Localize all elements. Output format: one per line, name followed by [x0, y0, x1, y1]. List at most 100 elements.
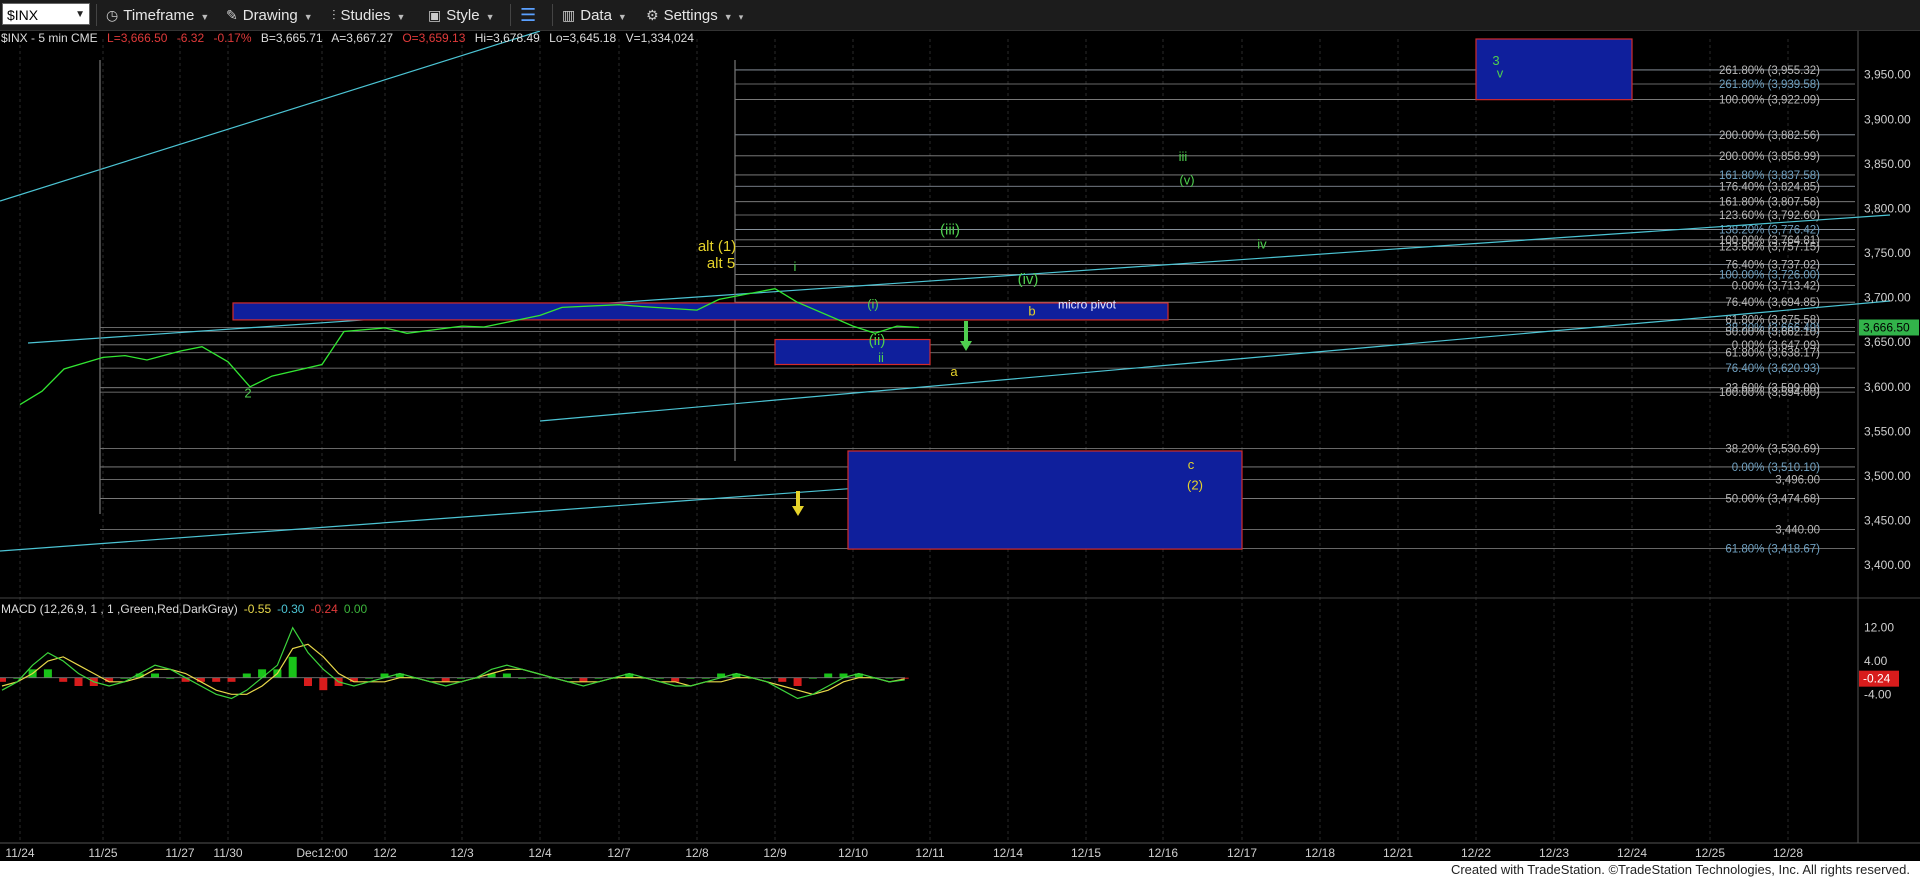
last-price-value: 3,666.50	[1863, 320, 1910, 334]
box-target-2	[847, 450, 1243, 550]
symbol-dropdown-icon[interactable]: ▼	[75, 4, 85, 26]
data-icon: ▥	[562, 7, 576, 23]
wave-label: iv	[1257, 237, 1267, 252]
time-tick: 12/10	[838, 846, 868, 860]
wave-label: a	[950, 364, 958, 379]
wave-label: alt (1)	[698, 238, 736, 255]
macd-hist-tag-value: -0.24	[1863, 672, 1891, 686]
time-tick: 12/17	[1227, 846, 1257, 860]
toolbar-divider	[510, 4, 511, 26]
data-button[interactable]: ▥ Data ▼	[562, 4, 627, 26]
fib-label: 161.80% (3,807.58)	[1719, 197, 1820, 209]
price-tick: 3,900.00	[1864, 112, 1911, 126]
macd-tick: -4.00	[1864, 687, 1892, 701]
symbol-info: $INX - 5 min CME	[1, 31, 98, 45]
time-tick: 12/25	[1695, 846, 1725, 860]
settings-label: Settings	[663, 7, 718, 24]
wave-label: v	[1497, 65, 1504, 80]
fib-label: 76.40% (3,620.93)	[1725, 363, 1820, 375]
toolbar-divider	[552, 4, 553, 26]
macd-value: MACD (12,26,9, 1 , 1 ,Green,Red,DarkGray…	[1, 602, 238, 616]
macd-histogram-bar	[671, 677, 680, 682]
toolbar: $INX ▼ ◷ Timeframe ▼ ✎ Drawing ▼ ⫶ Studies ▼ ▣…	[0, 0, 1920, 31]
time-tick: 12/8	[685, 846, 709, 860]
price-tick: 3,700.00	[1864, 291, 1911, 305]
time-tick: 12/21	[1383, 846, 1413, 860]
fib-label: 176.40% (3,824.85)	[1719, 181, 1820, 193]
fib-label: 3,496.00	[1775, 475, 1820, 487]
style-icon: ▣	[428, 7, 442, 23]
fib-label: 38.20% (3,530.69)	[1725, 444, 1820, 456]
time-tick: 12/16	[1148, 846, 1178, 860]
macd-histogram-bar	[227, 677, 236, 682]
time-tick: 12/7	[607, 846, 631, 860]
chart-header: $INX - 5 min CME L=3,666.50 -6.32 -0.17%…	[1, 31, 694, 45]
fib-label: 0.00% (3,510.10)	[1732, 462, 1820, 474]
time-tick: 11/30	[213, 846, 242, 860]
macd-value: -0.30	[277, 602, 305, 616]
fib-label: 200.00% (3,882.56)	[1719, 130, 1820, 142]
chevron-down-icon: ▼	[200, 12, 210, 22]
footer-credit: Created with TradeStation. ©TradeStation…	[0, 861, 1920, 879]
fib-label: 100.00% (3,922.09)	[1719, 95, 1820, 107]
price-tick: 3,550.00	[1864, 424, 1911, 438]
wave-label: c	[1188, 457, 1195, 472]
time-tick: 12/22	[1461, 846, 1491, 860]
low-value: Lo=3,645.18	[549, 31, 616, 45]
price-chart[interactable]: 261.80% (3,955.32) 261.80% (3,939.58) 100.…	[0, 31, 1920, 861]
studies-label: Studies	[340, 7, 391, 24]
bid-value: B=3,665.71	[261, 31, 323, 45]
wave-label: (i)	[867, 296, 879, 311]
time-tick: 12/14	[993, 846, 1023, 860]
macd-histogram-bar	[778, 677, 787, 682]
layout-icon[interactable]: ☰	[520, 4, 536, 26]
wave-label: (iii)	[940, 221, 960, 238]
fib-label: 200.00% (3,858.99)	[1719, 151, 1820, 163]
drawing-button[interactable]: ✎ Drawing ▼	[226, 4, 313, 26]
data-label: Data	[580, 7, 612, 24]
symbol-input[interactable]: $INX ▼	[2, 3, 90, 25]
fib-label: 123.60% (3,792.60)	[1719, 210, 1820, 222]
style-label: Style	[446, 7, 480, 24]
wave-label: (ii)	[869, 332, 886, 349]
wave-label: (v)	[1179, 172, 1194, 187]
time-tick: 11/24	[5, 846, 34, 860]
grid	[0, 31, 1920, 843]
macd-value: -0.55	[244, 602, 272, 616]
wave-label: iii	[1179, 149, 1188, 164]
macd-histogram-bar	[793, 677, 802, 686]
settings-button[interactable]: ⚙ Settings ▼ ▾	[646, 4, 743, 26]
more-icon[interactable]: ▾	[739, 12, 744, 22]
macd-tick: 12.00	[1864, 621, 1894, 635]
trend-line	[0, 31, 541, 202]
macd-panel: MACD (12,26,9, 1 , 1 ,Green,Red,DarkGray…	[0, 602, 1899, 701]
wave-label: 2	[244, 385, 251, 400]
time-tick: 12/9	[763, 846, 787, 860]
wave-label: b	[1028, 303, 1035, 318]
macd-histogram-bar	[59, 677, 68, 682]
fib-label: 261.80% (3,955.32)	[1719, 65, 1820, 77]
price-tick: 3,600.00	[1864, 380, 1911, 394]
last-price: L=3,666.50	[107, 31, 168, 45]
price-tick: 3,850.00	[1864, 157, 1911, 171]
macd-value: -0.24	[310, 602, 338, 616]
volume-value: V=1,334,024	[626, 31, 695, 45]
arrow-up-icon	[960, 321, 972, 351]
studies-button[interactable]: ⫶ Studies ▼	[332, 4, 405, 26]
macd-histogram-bar	[258, 669, 267, 678]
macd-histogram-bar	[0, 677, 6, 682]
style-button[interactable]: ▣ Style ▼	[428, 4, 495, 26]
macd-histogram-bar	[288, 656, 297, 678]
change-value: -6.32	[177, 31, 205, 45]
fib-label: 50.00% (3,474.68)	[1725, 494, 1820, 506]
timeframe-button[interactable]: ◷ Timeframe ▼	[106, 4, 209, 26]
chevron-down-icon: ▼	[723, 12, 733, 22]
fib-label: 261.80% (3,939.58)	[1719, 79, 1820, 91]
wave-label: i	[794, 259, 797, 274]
macd-line	[1, 626, 905, 700]
wave-label: (2)	[1187, 477, 1203, 492]
ask-value: A=3,667.27	[331, 31, 393, 45]
price-tick: 3,450.00	[1864, 514, 1911, 528]
time-tick: 12/2	[373, 846, 397, 860]
price-tick: 3,800.00	[1864, 201, 1911, 215]
